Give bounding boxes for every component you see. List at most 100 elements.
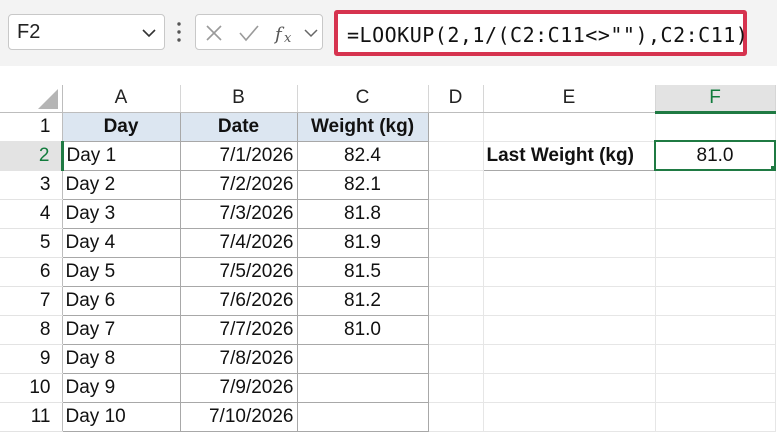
name-box-value: F2	[17, 21, 41, 43]
cell-a10[interactable]: Day 9	[61, 372, 181, 403]
row-header-6[interactable]: 6	[0, 257, 63, 287]
row-header-1[interactable]: 1	[0, 112, 63, 142]
cell-e1[interactable]	[483, 112, 656, 142]
cell-b9[interactable]: 7/8/2026	[179, 343, 298, 374]
cell-f3[interactable]	[655, 170, 776, 200]
cell-d3[interactable]	[428, 170, 484, 200]
cell-a6[interactable]: Day 5	[61, 256, 181, 287]
cell-d1[interactable]	[428, 112, 484, 142]
chevron-down-icon[interactable]	[140, 24, 158, 42]
result-label-cell[interactable]: Last Weight (kg)	[482, 140, 656, 171]
column-header-row: A B C D E F	[0, 85, 776, 114]
cell-a3[interactable]: Day 2	[61, 169, 181, 200]
cell-d4[interactable]	[428, 199, 484, 229]
cell-b5[interactable]: 7/4/2026	[179, 227, 298, 258]
cell-a11[interactable]: Day 10	[61, 401, 181, 432]
cell-e8[interactable]	[483, 315, 656, 345]
cell-a1[interactable]: Day	[61, 111, 181, 142]
cell-d8[interactable]	[428, 315, 484, 345]
column-header-e[interactable]: E	[483, 85, 656, 113]
cell-a9[interactable]: Day 8	[61, 343, 181, 374]
cell-e7[interactable]	[483, 286, 656, 316]
cell-d5[interactable]	[428, 228, 484, 258]
cell-b10[interactable]: 7/9/2026	[179, 372, 298, 403]
cell-c10[interactable]	[296, 372, 429, 403]
cell-d6[interactable]	[428, 257, 484, 287]
enter-icon[interactable]	[238, 23, 260, 43]
row-header-2[interactable]: 2	[0, 141, 64, 171]
column-header-f[interactable]: F	[655, 85, 776, 114]
row-header-10[interactable]: 10	[0, 373, 63, 403]
cell-f4[interactable]	[655, 199, 776, 229]
cell-f6[interactable]	[655, 257, 776, 287]
column-header-b[interactable]: B	[180, 85, 298, 113]
cell-a8[interactable]: Day 7	[61, 314, 181, 345]
column-header-a[interactable]: A	[62, 85, 181, 113]
cell-d11[interactable]	[428, 402, 484, 432]
column-header-d[interactable]: D	[428, 85, 484, 113]
column-header-c[interactable]: C	[297, 85, 429, 113]
fill-handle[interactable]	[770, 165, 773, 168]
row-header-7[interactable]: 7	[0, 286, 63, 316]
cell-c4[interactable]: 81.8	[296, 198, 429, 229]
cell-e6[interactable]	[483, 257, 656, 287]
cell-c8[interactable]: 81.0	[296, 314, 429, 345]
cell-e5[interactable]	[483, 228, 656, 258]
cell-c2[interactable]: 82.4	[296, 140, 429, 171]
cell-c1[interactable]: Weight (kg)	[296, 111, 429, 142]
cell-f1[interactable]	[655, 112, 776, 142]
cell-a4[interactable]: Day 3	[61, 198, 181, 229]
row-10: 10 Day 9 7/9/2026	[0, 372, 776, 403]
cell-f7[interactable]	[655, 286, 776, 316]
cell-b1[interactable]: Date	[179, 111, 298, 142]
cell-c9[interactable]	[296, 343, 429, 374]
cell-a2[interactable]: Day 1	[61, 140, 181, 171]
row-2: 2 Day 1 7/1/2026 82.4 Last Weight (kg) 8…	[0, 140, 776, 171]
cell-b3[interactable]: 7/2/2026	[179, 169, 298, 200]
cell-d10[interactable]	[428, 373, 484, 403]
more-options-icon[interactable]	[175, 20, 183, 44]
row-header-5[interactable]: 5	[0, 228, 63, 258]
cell-f10[interactable]	[655, 373, 776, 403]
row-header-3[interactable]: 3	[0, 170, 63, 200]
cell-e10[interactable]	[483, 373, 656, 403]
insert-function-icon[interactable]: f x	[274, 23, 298, 45]
cell-e11[interactable]	[483, 402, 656, 432]
cell-e9[interactable]	[483, 344, 656, 374]
cell-e3[interactable]	[483, 170, 656, 200]
cell-f9[interactable]	[655, 344, 776, 374]
expand-chevron-icon[interactable]	[303, 25, 319, 41]
cell-c6[interactable]: 81.5	[296, 256, 429, 287]
row-header-11[interactable]: 11	[0, 402, 63, 432]
name-box[interactable]: F2	[8, 14, 165, 50]
cell-b7[interactable]: 7/6/2026	[179, 285, 298, 316]
formula-toolbar: F2 f x =LOOKUP(2,1/(C2:C11<>""),C2:C11)	[0, 0, 777, 66]
cell-b6[interactable]: 7/5/2026	[179, 256, 298, 287]
row-8: 8 Day 7 7/7/2026 81.0	[0, 314, 776, 345]
formula-input[interactable]: =LOOKUP(2,1/(C2:C11<>""),C2:C11)	[334, 10, 748, 56]
row-header-9[interactable]: 9	[0, 344, 63, 374]
row-header-4[interactable]: 4	[0, 199, 63, 229]
result-value-cell[interactable]: 81.0	[654, 140, 776, 171]
cell-a5[interactable]: Day 4	[61, 227, 181, 258]
cell-c7[interactable]: 81.2	[296, 285, 429, 316]
cell-c11[interactable]	[296, 401, 429, 432]
cell-a7[interactable]: Day 6	[61, 285, 181, 316]
select-all-button[interactable]	[0, 85, 63, 113]
cell-e4[interactable]	[483, 199, 656, 229]
cell-b8[interactable]: 7/7/2026	[179, 314, 298, 345]
row-header-8[interactable]: 8	[0, 315, 63, 345]
cell-c5[interactable]: 81.9	[296, 227, 429, 258]
cell-c3[interactable]: 82.1	[296, 169, 429, 200]
cell-d2[interactable]	[428, 141, 484, 171]
select-all-triangle-icon	[37, 88, 58, 109]
cell-b11[interactable]: 7/10/2026	[179, 401, 298, 432]
cell-b4[interactable]: 7/3/2026	[179, 198, 298, 229]
cell-d9[interactable]	[428, 344, 484, 374]
cell-f5[interactable]	[655, 228, 776, 258]
cell-d7[interactable]	[428, 286, 484, 316]
cell-f8[interactable]	[655, 315, 776, 345]
cancel-icon[interactable]	[204, 23, 224, 43]
cell-b2[interactable]: 7/1/2026	[179, 140, 298, 171]
cell-f11[interactable]	[655, 402, 776, 432]
